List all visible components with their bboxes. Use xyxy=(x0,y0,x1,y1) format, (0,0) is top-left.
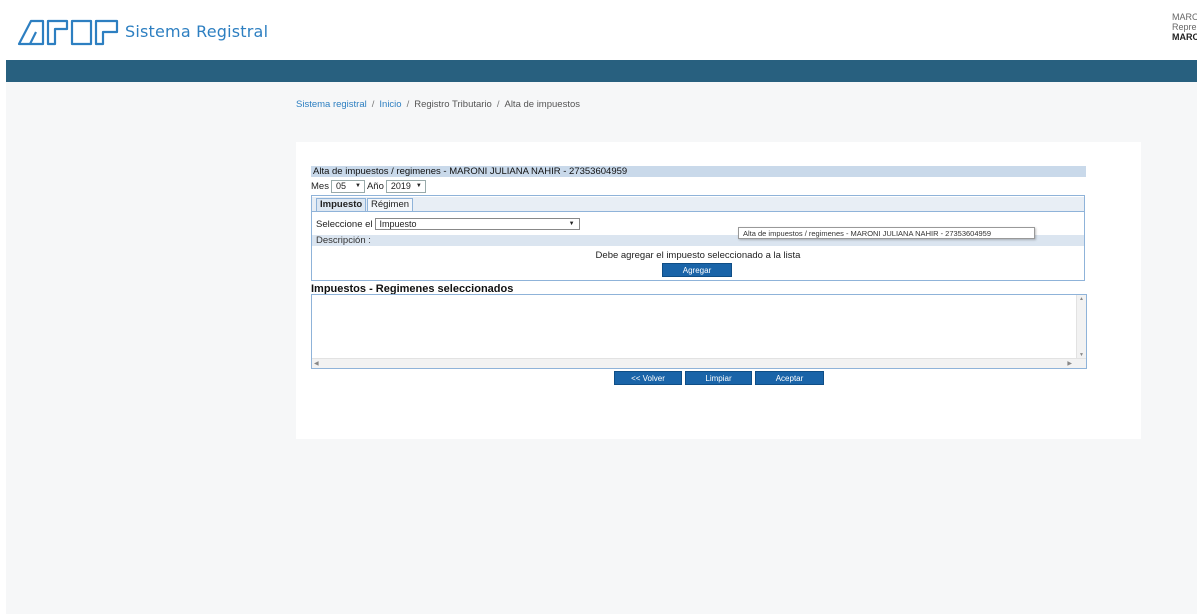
tab-regimen[interactable]: Régimen xyxy=(367,198,414,211)
breadcrumb-separator: / xyxy=(371,99,375,110)
breadcrumb-separator: / xyxy=(496,99,500,110)
volver-button[interactable]: << Volver xyxy=(614,371,682,385)
tooltip: Alta de impuestos / regimenes - MARONI J… xyxy=(738,227,1035,239)
chevron-down-icon: ▼ xyxy=(415,183,422,189)
breadcrumb-separator: / xyxy=(406,99,410,110)
afip-logo-icon xyxy=(17,19,119,46)
form-title: Alta de impuestos / regimenes - MARONI J… xyxy=(311,166,1086,177)
breadcrumb: Sistema registral / Inicio / Registro Tribut… xyxy=(296,99,580,110)
info-message: Debe agregar el impuesto seleccionado a … xyxy=(595,250,801,261)
anio-label: Año xyxy=(366,180,384,192)
chevron-down-icon: ▼ xyxy=(568,221,575,227)
mes-value: 05 xyxy=(335,181,346,191)
breadcrumb-alta-impuestos: Alta de impuestos xyxy=(504,99,580,110)
scroll-right-icon[interactable]: ▶ xyxy=(1067,360,1072,367)
breadcrumb-sistema-registral[interactable]: Sistema registral xyxy=(296,99,367,110)
user-name: MARO xyxy=(1172,12,1197,22)
mes-label: Mes xyxy=(311,180,329,192)
mes-select[interactable]: 05 ▼ xyxy=(330,179,365,193)
selected-list[interactable]: ▲ ▼ ◀ ▶ xyxy=(311,294,1087,369)
select-label: Seleccione el xyxy=(316,218,373,230)
limpiar-button[interactable]: Limpiar xyxy=(685,371,752,385)
header: Sistema Registral MARO Repre MARO xyxy=(0,0,1197,60)
select-row: Seleccione el Impuesto ▼ xyxy=(316,218,580,230)
app-title: Sistema Registral xyxy=(125,22,269,41)
user-represented: MARO xyxy=(1172,32,1197,42)
aceptar-button[interactable]: Aceptar xyxy=(755,371,824,385)
impuesto-select[interactable]: Impuesto ▼ xyxy=(374,218,580,230)
chevron-down-icon: ▼ xyxy=(355,183,361,189)
scroll-left-icon[interactable]: ◀ xyxy=(314,360,319,367)
anio-value: 2019 xyxy=(390,181,411,191)
anio-select[interactable]: 2019 ▼ xyxy=(385,179,426,193)
horizontal-scrollbar[interactable]: ◀ ▶ xyxy=(312,358,1086,368)
nav-bar xyxy=(6,60,1197,82)
vertical-scrollbar[interactable]: ▲ ▼ xyxy=(1076,295,1086,359)
user-info[interactable]: MARO Repre MARO xyxy=(1172,12,1197,42)
breadcrumb-registro-tributario: Registro Tributario xyxy=(414,99,492,110)
afip-logo[interactable] xyxy=(17,18,121,46)
scroll-up-icon[interactable]: ▲ xyxy=(1079,296,1084,302)
period-row: Mes 05 ▼ Año 2019 ▼ xyxy=(311,179,426,193)
user-role: Repre xyxy=(1172,22,1197,32)
breadcrumb-inicio[interactable]: Inicio xyxy=(379,99,401,110)
impuesto-select-value: Impuesto xyxy=(379,219,417,229)
tabs-bar: Impuesto Régimen xyxy=(312,197,1084,212)
agregar-button[interactable]: Agregar xyxy=(662,263,732,277)
tab-impuesto[interactable]: Impuesto xyxy=(316,198,367,211)
